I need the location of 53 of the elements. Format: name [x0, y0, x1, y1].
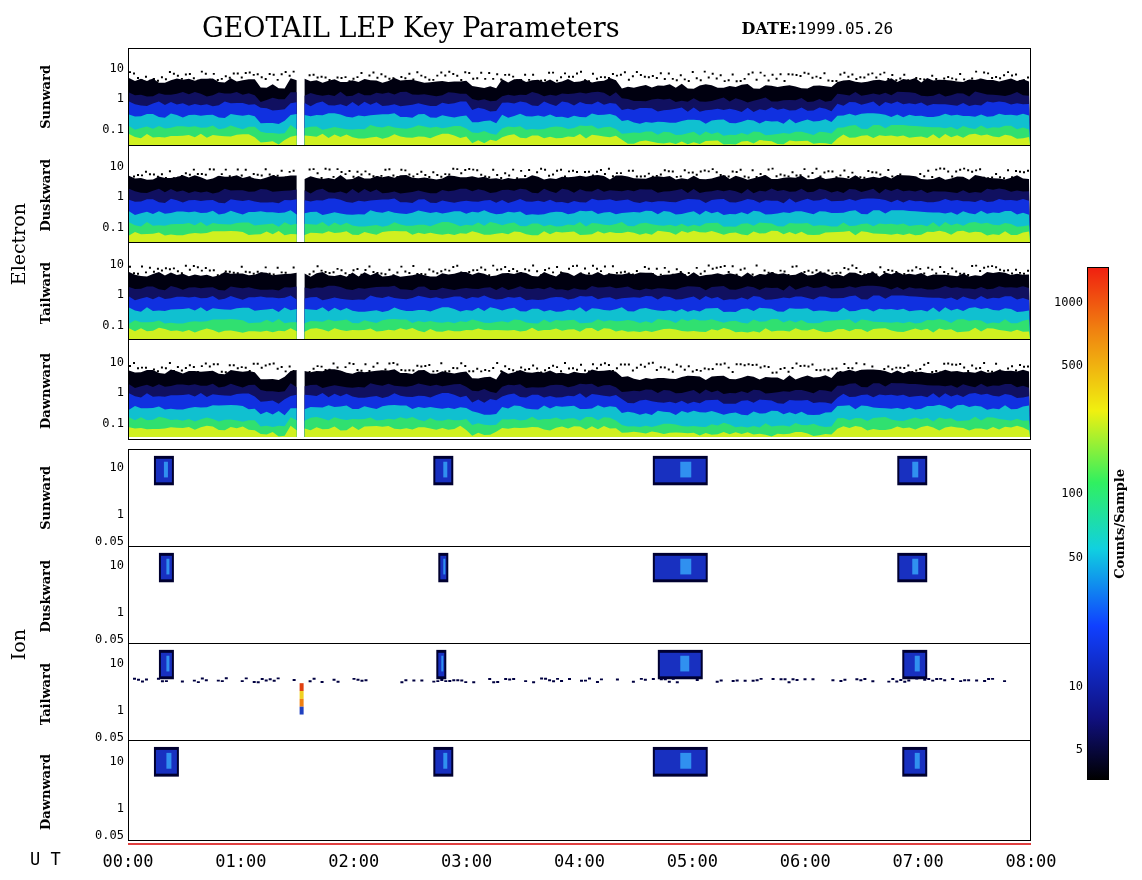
x-tick-label: 03:00: [441, 853, 493, 870]
colorbar-tick-label: 50: [1068, 551, 1083, 563]
x-tick-label: 04:00: [553, 853, 606, 870]
y-tick-label: 1: [116, 606, 124, 618]
group-label: Ion: [5, 629, 30, 661]
panel-label: Dawnward: [37, 353, 55, 429]
colorbar-tick-label: 100: [1061, 487, 1083, 499]
y-tick-label: 1: [116, 386, 124, 398]
panel-label: Tailward: [37, 261, 55, 325]
x-tick-label: 06:00: [779, 853, 831, 870]
y-tick-label: 0.1: [102, 123, 124, 135]
date-value: 1999.05.26: [796, 18, 894, 40]
y-tick-label: 1: [116, 92, 124, 104]
y-tick-label: 1: [116, 508, 124, 520]
panel-label: Tailward: [37, 662, 55, 726]
y-tick-label: 10: [109, 62, 124, 74]
panel-label: Sunward: [37, 65, 55, 129]
date-label: DATE:: [741, 18, 797, 40]
colorbar-label: Counts/Sample: [1111, 468, 1129, 579]
plot-title: GEOTAIL LEP Key Parameters: [202, 14, 620, 45]
x-tick-label: 07:00: [892, 853, 944, 870]
x-tick-label: 08:00: [1005, 853, 1057, 870]
group-label: Electron: [5, 202, 30, 286]
panel-label: Duskward: [37, 158, 55, 232]
panel-label: Duskward: [37, 559, 55, 633]
y-tick-label: 0.05: [95, 731, 124, 743]
y-tick-label: 10: [109, 755, 124, 767]
y-tick-label: 10: [109, 657, 124, 669]
colorbar-tick-label: 1000: [1054, 296, 1083, 308]
y-tick-label: 10: [109, 160, 124, 172]
colorbar-tick-label: 10: [1068, 680, 1083, 692]
y-tick-label: 1: [116, 704, 124, 716]
x-tick-label: 05:00: [666, 853, 718, 870]
y-tick-label: 0.05: [95, 535, 124, 547]
x-tick-label: 02:00: [328, 853, 380, 870]
y-tick-label: 0.1: [102, 221, 124, 233]
colorbar-tick-label: 5: [1075, 743, 1083, 755]
panel-label: Sunward: [37, 466, 55, 530]
y-tick-label: 10: [109, 559, 124, 571]
y-tick-label: 1: [116, 288, 124, 300]
colorbar-tick-label: 500: [1061, 359, 1083, 371]
y-tick-label: 0.05: [95, 829, 124, 841]
x-tick-label: 01:00: [215, 853, 267, 870]
y-tick-label: 10: [109, 356, 124, 368]
y-tick-label: 0.1: [102, 417, 124, 429]
y-tick-label: 10: [109, 461, 124, 473]
y-tick-label: 1: [116, 190, 124, 202]
y-tick-label: 0.05: [95, 633, 124, 645]
y-tick-label: 1: [116, 802, 124, 814]
x-tick-label: 00:00: [102, 853, 154, 870]
y-tick-label: 10: [109, 258, 124, 270]
panel-label: Dawnward: [37, 754, 55, 830]
y-tick-label: 0.1: [102, 319, 124, 331]
